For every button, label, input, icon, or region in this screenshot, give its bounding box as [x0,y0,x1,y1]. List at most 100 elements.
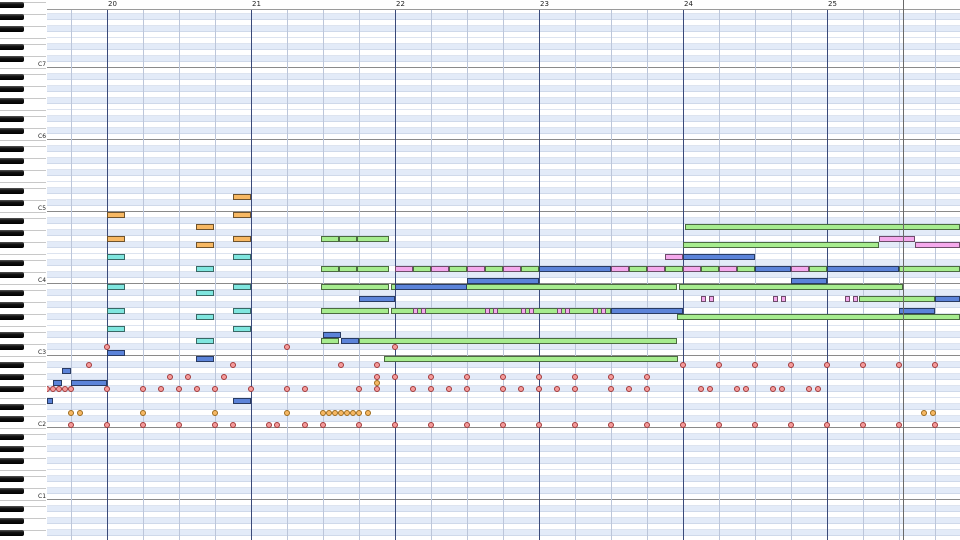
midi-note[interactable] [196,338,214,344]
bar-number[interactable]: 25 [828,0,837,8]
black-key[interactable] [0,434,24,440]
drum-hit-icon[interactable] [158,386,164,392]
black-key[interactable] [0,26,24,32]
midi-note[interactable] [233,326,251,332]
drum-hit-icon[interactable] [930,410,936,416]
drum-hit-icon[interactable] [932,362,938,368]
midi-note[interactable] [539,266,611,272]
midi-note[interactable] [196,356,214,362]
midi-note[interactable] [233,236,251,242]
black-key[interactable] [0,260,24,266]
midi-note[interactable] [359,338,677,344]
drum-hit-icon[interactable] [680,362,686,368]
drum-hit-icon[interactable] [446,386,452,392]
bar-number[interactable]: 20 [108,0,117,8]
drum-hit-icon[interactable] [608,374,614,380]
midi-note[interactable] [467,278,539,284]
white-key[interactable] [0,104,46,111]
drum-hit-icon[interactable] [274,422,280,428]
bar-number[interactable]: 21 [252,0,261,8]
bar-number[interactable]: 24 [684,0,693,8]
midi-note[interactable] [47,398,53,404]
drum-hit-icon[interactable] [185,374,191,380]
midi-note[interactable] [107,308,125,314]
midi-note[interactable] [493,308,498,314]
midi-note[interactable] [701,266,719,272]
midi-note[interactable] [701,296,706,302]
black-key[interactable] [0,14,24,20]
drum-hit-icon[interactable] [338,362,344,368]
drum-hit-icon[interactable] [302,386,308,392]
midi-note[interactable] [196,266,214,272]
drum-hit-icon[interactable] [104,344,110,350]
drum-hit-icon[interactable] [716,422,722,428]
drum-hit-icon[interactable] [644,386,650,392]
midi-note[interactable] [879,236,915,242]
drum-hit-icon[interactable] [815,386,821,392]
midi-note[interactable] [665,266,683,272]
midi-note[interactable] [565,308,570,314]
midi-note[interactable] [845,296,850,302]
drum-hit-icon[interactable] [734,386,740,392]
drum-hit-icon[interactable] [221,374,227,380]
drum-hit-icon[interactable] [194,386,200,392]
drum-hit-icon[interactable] [896,422,902,428]
drum-hit-icon[interactable] [212,422,218,428]
white-key[interactable] [0,464,46,471]
drum-hit-icon[interactable] [176,422,182,428]
drum-hit-icon[interactable] [230,362,236,368]
white-key[interactable] [0,392,46,399]
black-key[interactable] [0,506,24,512]
black-key[interactable] [0,242,24,248]
black-key[interactable] [0,386,24,392]
drum-hit-icon[interactable] [284,344,290,350]
black-key[interactable] [0,200,24,206]
midi-note[interactable] [339,266,357,272]
drum-hit-icon[interactable] [572,386,578,392]
midi-note[interactable] [395,266,413,272]
midi-note[interactable] [341,338,359,344]
drum-hit-icon[interactable] [356,410,362,416]
midi-note[interactable] [503,266,521,272]
drum-hit-icon[interactable] [680,422,686,428]
drum-hit-icon[interactable] [464,386,470,392]
midi-note[interactable] [196,242,214,248]
black-key[interactable] [0,128,24,134]
midi-note[interactable] [323,332,341,338]
midi-note[interactable] [899,308,935,314]
midi-note[interactable] [827,266,899,272]
bar-number[interactable]: 22 [396,0,405,8]
white-key[interactable] [0,176,46,183]
midi-note[interactable] [683,266,701,272]
white-key[interactable] [0,536,46,540]
black-key[interactable] [0,56,24,62]
midi-note[interactable] [321,236,339,242]
midi-note[interactable] [719,266,737,272]
midi-note[interactable] [196,224,214,230]
drum-hit-icon[interactable] [500,422,506,428]
midi-note[interactable] [413,266,431,272]
drum-hit-icon[interactable] [518,386,524,392]
drum-hit-icon[interactable] [788,362,794,368]
piano-keyboard[interactable]: C7 C6 C5 C4 C3 C2 C1 [0,0,48,540]
midi-note[interactable] [709,296,714,302]
midi-note[interactable] [683,254,755,260]
drum-hit-icon[interactable] [410,386,416,392]
black-key[interactable] [0,146,24,152]
drum-hit-icon[interactable] [167,374,173,380]
black-key[interactable] [0,530,24,536]
black-key[interactable] [0,230,24,236]
drum-hit-icon[interactable] [644,422,650,428]
drum-hit-icon[interactable] [921,410,927,416]
midi-note[interactable] [915,242,960,248]
midi-note[interactable] [467,266,485,272]
midi-note[interactable] [321,284,389,290]
drum-hit-icon[interactable] [86,362,92,368]
drum-hit-icon[interactable] [932,422,938,428]
drum-hit-icon[interactable] [302,422,308,428]
drum-hit-icon[interactable] [68,422,74,428]
drum-hit-icon[interactable] [428,386,434,392]
midi-note[interactable] [647,266,665,272]
black-key[interactable] [0,314,24,320]
midi-note[interactable] [485,308,490,314]
